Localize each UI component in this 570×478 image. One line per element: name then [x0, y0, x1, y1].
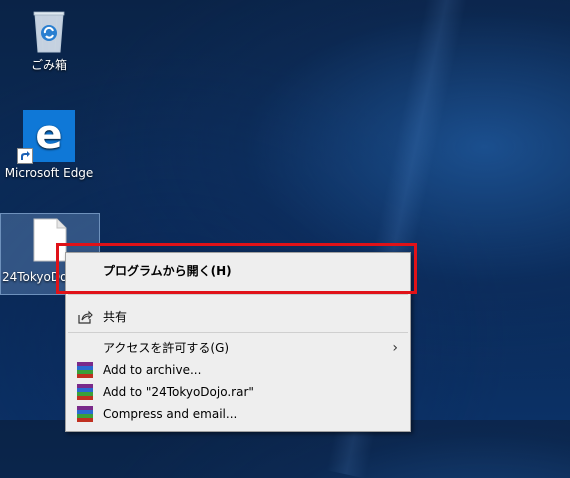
add-rar-label: Add to "24TokyoDojo.rar"	[103, 385, 254, 399]
menu-item-give-access[interactable]: アクセスを許可する(G) ›	[66, 337, 410, 359]
give-access-label: アクセスを許可する(G)	[103, 341, 230, 355]
recycle-bin-icon	[31, 6, 67, 54]
edge-label: Microsoft Edge	[4, 166, 94, 180]
share-icon	[77, 309, 93, 325]
compress-email-label: Compress and email...	[103, 407, 238, 421]
annotation-highlight-box	[56, 243, 417, 294]
menu-item-add-rar[interactable]: Add to "24TokyoDojo.rar"	[66, 381, 410, 403]
desktop-icon-recycle-bin[interactable]: ごみ箱	[2, 6, 96, 73]
menu-item-share[interactable]: 共有	[66, 306, 410, 328]
recycle-bin-label: ごみ箱	[30, 58, 67, 72]
share-label: 共有	[103, 310, 128, 324]
menu-separator	[68, 332, 408, 333]
menu-item-add-archive[interactable]: Add to archive...	[66, 359, 410, 381]
winrar-icon	[77, 384, 93, 400]
add-archive-label: Add to archive...	[103, 363, 202, 377]
edge-icon: e	[17, 110, 75, 164]
chevron-right-icon: ›	[392, 340, 398, 356]
shortcut-arrow-icon	[17, 148, 33, 164]
winrar-icon	[77, 362, 93, 378]
menu-item-compress-email[interactable]: Compress and email...	[66, 403, 410, 425]
menu-separator	[68, 294, 408, 295]
desktop-icon-edge[interactable]: e Microsoft Edge	[2, 110, 96, 181]
